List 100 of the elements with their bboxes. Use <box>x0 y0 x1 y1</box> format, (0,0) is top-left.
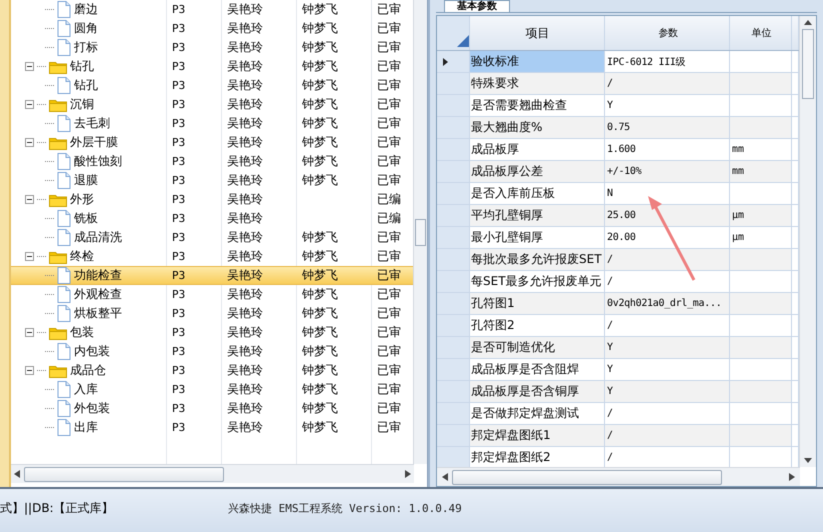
table-cell-text: 已审 <box>376 1 402 18</box>
scroll-thumb[interactable] <box>415 218 426 246</box>
tree-row[interactable]: 铣板 P3 吴艳玲 已编 <box>11 209 413 228</box>
version-text: 兴森快捷 EMS工程系统 Version: 1.0.0.49 <box>228 501 462 516</box>
item-cell: 成品板厚是否含阻焊 <box>470 359 605 380</box>
document-icon <box>57 172 71 189</box>
table-cell-text: 钟梦飞 <box>301 20 339 37</box>
table-cell-text: 吴艳玲 <box>226 286 264 303</box>
tree-row[interactable]: 打标 P3 吴艳玲 钟梦飞 已审 <box>11 38 413 57</box>
document-icon <box>57 305 71 322</box>
tree-row[interactable]: 终检 P3 吴艳玲 钟梦飞 已审 <box>11 247 413 266</box>
collapse-toggle[interactable] <box>25 366 34 375</box>
table-cell-text: P3 <box>171 41 186 54</box>
unit-cell: mm <box>730 139 792 160</box>
scroll-arrow-icon[interactable] <box>14 470 20 478</box>
folder-icon <box>49 60 67 74</box>
tree-row[interactable]: 出库 P3 吴艳玲 钟梦飞 已审 <box>11 418 413 437</box>
tab[interactable]: 基本参数 <box>444 0 510 12</box>
table-cell-text: P3 <box>171 326 186 339</box>
item-cell: 平均孔壁铜厚 <box>470 205 605 226</box>
tree-row[interactable]: 外观检查 P3 吴艳玲 钟梦飞 已审 <box>11 285 413 304</box>
tree-row[interactable]: 外层干膜 P3 吴艳玲 钟梦飞 已审 <box>11 133 413 152</box>
collapse-toggle[interactable] <box>25 328 34 337</box>
folder-icon <box>49 364 67 378</box>
table-cell-text: 钟梦飞 <box>301 153 339 170</box>
scroll-arrow-icon[interactable] <box>804 20 812 25</box>
unit-cell: mm <box>730 161 792 182</box>
tree-row[interactable]: 沉铜 P3 吴艳玲 钟梦飞 已审 <box>11 95 413 114</box>
collapse-toggle[interactable] <box>25 62 34 71</box>
table-cell-text: 钟梦飞 <box>301 134 339 151</box>
table-cell-text: 钟梦飞 <box>301 267 339 284</box>
table-cell-text: 钟梦飞 <box>301 1 339 18</box>
table-cell-text: P3 <box>171 231 186 244</box>
tree-row[interactable]: 去毛刺 P3 吴艳玲 钟梦飞 已审 <box>11 114 413 133</box>
tree-row[interactable]: 酸性蚀刻 P3 吴艳玲 钟梦飞 已审 <box>11 152 413 171</box>
tree-row[interactable]: 成品仓 P3 吴艳玲 钟梦飞 已审 <box>11 361 413 380</box>
node-label: 去毛刺 <box>74 115 110 132</box>
item-cell: 成品板厚是否含铜厚 <box>470 381 605 402</box>
vertical-scrollbar[interactable] <box>413 0 427 464</box>
tree-row[interactable]: 外包装 P3 吴艳玲 钟梦飞 已审 <box>11 399 413 418</box>
tree-row[interactable]: 退膜 P3 吴艳玲 钟梦飞 已审 <box>11 171 413 190</box>
table-cell-text: 钟梦飞 <box>301 286 339 303</box>
table-cell-text: 已编 <box>376 210 402 227</box>
horizontal-scrollbar[interactable] <box>437 467 800 486</box>
tree-row[interactable]: 功能检查 P3 吴艳玲 钟梦飞 已审 <box>11 266 413 285</box>
scroll-arrow-icon[interactable] <box>442 473 448 481</box>
table-cell-text: P3 <box>171 155 186 168</box>
item-cell: 最大翘曲度% <box>470 117 605 138</box>
table-cell-text: 吴艳玲 <box>226 20 264 37</box>
tree-row[interactable]: 内包装 P3 吴艳玲 钟梦飞 已审 <box>11 342 413 361</box>
table-cell-text: 已审 <box>376 134 402 151</box>
tree-row[interactable]: 包装 P3 吴艳玲 钟梦飞 已审 <box>11 323 413 342</box>
scroll-arrow-icon[interactable] <box>405 470 411 478</box>
table-cell-text: 吴艳玲 <box>226 248 264 265</box>
value-cell: IPC-6012 III级 <box>605 51 730 72</box>
table-cell-text: P3 <box>171 193 186 206</box>
collapse-toggle[interactable] <box>25 195 34 204</box>
folder-icon <box>49 136 67 150</box>
node-label: 外观检查 <box>74 286 122 303</box>
vertical-scrollbar[interactable] <box>799 16 816 467</box>
scroll-arrow-icon[interactable] <box>789 473 795 481</box>
tree-row[interactable]: 磨边 P3 吴艳玲 钟梦飞 已审 <box>11 0 413 19</box>
table-cell-text: P3 <box>171 250 186 263</box>
table-cell-text: P3 <box>171 136 186 149</box>
tree-row[interactable]: 入库 P3 吴艳玲 钟梦飞 已审 <box>11 380 413 399</box>
scroll-thumb[interactable] <box>802 29 814 99</box>
tree-row[interactable]: 圆角 P3 吴艳玲 钟梦飞 已审 <box>11 19 413 38</box>
table-cell-text: 吴艳玲 <box>226 96 264 113</box>
node-label: 圆角 <box>74 20 98 37</box>
table-cell-text: P3 <box>171 364 186 377</box>
table-cell-text: 吴艳玲 <box>226 58 264 75</box>
document-icon <box>57 77 71 94</box>
column-header[interactable]: 单位 <box>730 16 792 50</box>
row-header[interactable] <box>437 51 470 72</box>
scroll-arrow-icon[interactable] <box>804 458 812 463</box>
table-cell-text: 吴艳玲 <box>226 305 264 322</box>
item-cell: 孔符图2 <box>470 315 605 336</box>
table-cell-text: 吴艳玲 <box>226 267 264 284</box>
table-cell-text: 已审 <box>376 324 402 341</box>
table-cell-text: 钟梦飞 <box>301 305 339 322</box>
column-header[interactable]: 参数 <box>605 16 730 50</box>
column-header[interactable]: 项目 <box>470 16 605 50</box>
value-cell: / <box>605 271 730 292</box>
table-cell-text: P3 <box>171 174 186 187</box>
node-label: 外层干膜 <box>70 134 118 151</box>
item-cell: 最小孔壁铜厚 <box>470 227 605 248</box>
tree-row[interactable]: 钻孔 P3 吴艳玲 钟梦飞 已审 <box>11 57 413 76</box>
collapse-toggle[interactable] <box>25 252 34 261</box>
tree-row[interactable]: 烘板整平 P3 吴艳玲 钟梦飞 已审 <box>11 304 413 323</box>
collapse-toggle[interactable] <box>25 138 34 147</box>
item-cell: 孔符图1 <box>470 293 605 314</box>
tree-row[interactable]: 外形 P3 吴艳玲 已编 <box>11 190 413 209</box>
tree-row[interactable]: 钻孔 P3 吴艳玲 钟梦飞 已审 <box>11 76 413 95</box>
node-label: 成品清洗 <box>74 229 122 246</box>
table-cell-text: 已审 <box>376 172 402 189</box>
document-icon <box>57 210 71 227</box>
tree-row[interactable]: 成品清洗 P3 吴艳玲 钟梦飞 已审 <box>11 228 413 247</box>
collapse-toggle[interactable] <box>25 100 34 109</box>
table-cell-text: 吴艳玲 <box>226 362 264 379</box>
horizontal-scrollbar[interactable] <box>11 464 414 483</box>
